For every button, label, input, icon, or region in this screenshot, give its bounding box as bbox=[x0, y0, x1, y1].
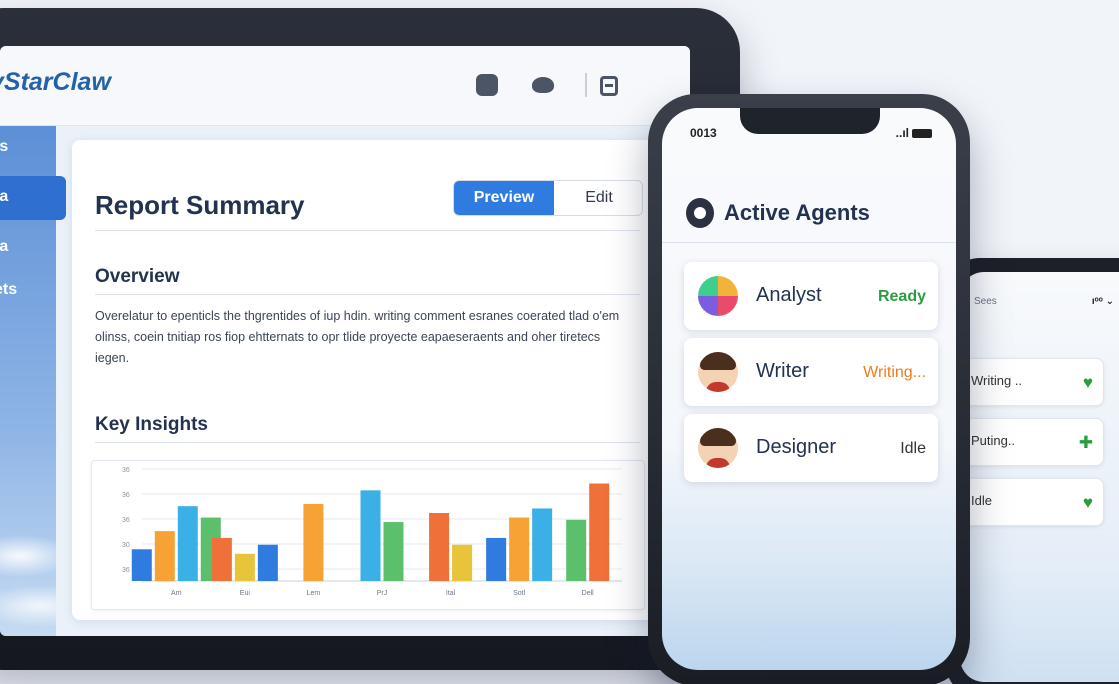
battery-icon bbox=[912, 129, 932, 139]
analyst-avatar-icon bbox=[698, 276, 738, 316]
chart-bar[interactable] bbox=[589, 483, 610, 581]
chart-bar[interactable] bbox=[509, 517, 530, 581]
sidebar-item-label: ta bbox=[0, 238, 9, 255]
agent-name: Designer bbox=[756, 436, 837, 458]
agent-card-analyst[interactable]: Analyst Ready bbox=[684, 262, 938, 330]
tablet-screen: yStarClaw ts ta ta ets Report Summary Pr… bbox=[0, 46, 690, 636]
edit-button[interactable]: Edit bbox=[554, 181, 642, 215]
secondary-status-left: Sees bbox=[974, 296, 997, 307]
sidebar: ts ta ta ets bbox=[0, 126, 66, 636]
stop-icon[interactable] bbox=[476, 74, 498, 96]
sidebar-item-3[interactable]: ta bbox=[0, 226, 56, 270]
agent-status: Writing... bbox=[863, 364, 926, 381]
x-tick-label: PrJ bbox=[377, 590, 388, 597]
status-indicators: ..ıl bbox=[896, 126, 932, 140]
x-tick-label: Dell bbox=[582, 590, 595, 597]
secondary-phone-screen: Sees ıᵒᵒ ⌄ Writing .. ♥ Puting.. ✚ Idle … bbox=[960, 272, 1119, 682]
heart-icon: ♥ bbox=[1082, 493, 1093, 512]
sidebar-item-1[interactable]: ts bbox=[0, 126, 56, 170]
preview-button[interactable]: Preview bbox=[454, 181, 554, 215]
chart-bar[interactable] bbox=[360, 490, 381, 581]
secondary-status-right: ıᵒᵒ ⌄ bbox=[1091, 296, 1114, 307]
status-time: 0013 bbox=[690, 126, 717, 140]
chart-bar[interactable] bbox=[566, 519, 587, 581]
chart-bar[interactable] bbox=[452, 544, 473, 581]
toolbar-divider bbox=[585, 73, 587, 97]
secondary-row-2[interactable]: Puting.. ✚ bbox=[960, 418, 1104, 466]
agent-status: Idle bbox=[900, 440, 926, 457]
phone-notch bbox=[740, 108, 880, 134]
sidebar-item-2-active[interactable]: ta bbox=[0, 176, 66, 220]
insights-heading: Key Insights bbox=[95, 414, 208, 435]
x-tick-label: Sotl bbox=[513, 590, 526, 597]
secondary-row-1[interactable]: Writing .. ♥ bbox=[960, 358, 1104, 406]
divider bbox=[662, 242, 956, 243]
chart-bar[interactable] bbox=[486, 537, 507, 581]
writer-avatar bbox=[698, 352, 738, 392]
secondary-row-label: Writing .. bbox=[971, 373, 1023, 388]
signal-icon: ..ıl bbox=[895, 126, 909, 140]
chart-bar[interactable] bbox=[429, 513, 450, 581]
tablet-device: yStarClaw ts ta ta ets Report Summary Pr… bbox=[0, 8, 740, 670]
secondary-row-label: Idle bbox=[971, 493, 992, 508]
divider bbox=[95, 294, 640, 295]
chart-bar[interactable] bbox=[532, 508, 553, 581]
chart-bar[interactable] bbox=[257, 544, 278, 581]
page-title: Report Summary bbox=[95, 190, 305, 220]
heart-icon: ♥ bbox=[1082, 373, 1093, 392]
secondary-row-label: Puting.. bbox=[971, 433, 1016, 448]
agents-icon bbox=[686, 198, 714, 228]
agents-title: Active Agents bbox=[724, 200, 870, 225]
insights-chart-card: 36 30 36 36 36 Am Eui Lem PrJ Ital Sotl Dell bbox=[91, 460, 645, 610]
window-icon[interactable] bbox=[600, 76, 618, 96]
sidebar-item-label: ets bbox=[0, 281, 18, 298]
overview-heading: Overview bbox=[95, 266, 180, 287]
y-tick-label: 36 bbox=[122, 467, 130, 474]
secondary-status-bar: Sees ıᵒᵒ ⌄ bbox=[974, 296, 1114, 316]
chart-bar[interactable] bbox=[234, 553, 255, 581]
overview-text: Overelatur to epenticls the thgrentides … bbox=[95, 309, 620, 365]
secondary-row-3[interactable]: Idle ♥ bbox=[960, 478, 1104, 526]
agent-name: Analyst bbox=[756, 284, 822, 306]
agent-card-writer[interactable]: Writer Writing... bbox=[684, 338, 938, 406]
chart-bar[interactable] bbox=[211, 537, 232, 581]
chart-bar[interactable] bbox=[177, 506, 198, 581]
insights-bar-chart: 36 30 36 36 36 Am Eui Lem PrJ Ital Sotl Dell bbox=[122, 467, 622, 597]
x-tick-label: Am bbox=[171, 590, 182, 597]
agent-card-designer[interactable]: Designer Idle bbox=[684, 414, 938, 482]
chart-bar[interactable] bbox=[383, 522, 404, 581]
y-tick-label: 36 bbox=[122, 517, 130, 524]
y-tick-label: 36 bbox=[122, 492, 130, 499]
report-panel: Report Summary Preview Edit Overview Ove… bbox=[72, 140, 682, 620]
chart-bar[interactable] bbox=[303, 503, 324, 581]
chart-bar[interactable] bbox=[154, 531, 175, 581]
sidebar-item-4[interactable]: ets bbox=[0, 269, 56, 313]
agent-status: Ready bbox=[877, 288, 926, 305]
app-header: yStarClaw bbox=[0, 46, 690, 126]
chart-bar[interactable] bbox=[131, 549, 152, 581]
y-tick-label: 36 bbox=[122, 567, 130, 574]
x-tick-label: Ital bbox=[446, 590, 456, 597]
sidebar-item-label: ta bbox=[0, 188, 9, 205]
agent-name: Writer bbox=[756, 360, 809, 382]
main-phone-screen: 0013 ..ıl Active Agents Analyst Ready Wr… bbox=[662, 108, 956, 670]
x-tick-label: Lem bbox=[307, 590, 321, 597]
sidebar-clouds bbox=[0, 436, 56, 636]
main-phone: 0013 ..ıl Active Agents Analyst Ready Wr… bbox=[648, 94, 970, 684]
y-tick-label: 30 bbox=[122, 542, 130, 549]
app-brand: yStarClaw bbox=[0, 68, 111, 96]
secondary-phone: Sees ıᵒᵒ ⌄ Writing .. ♥ Puting.. ✚ Idle … bbox=[946, 258, 1119, 684]
view-mode-toggle: Preview Edit bbox=[453, 180, 643, 216]
x-tick-label: Eui bbox=[240, 590, 251, 597]
divider bbox=[95, 442, 640, 443]
divider bbox=[95, 230, 640, 231]
designer-avatar bbox=[698, 428, 738, 468]
sidebar-item-label: ts bbox=[0, 138, 9, 155]
puzzle-icon: ✚ bbox=[1078, 433, 1093, 452]
chat-icon[interactable] bbox=[532, 74, 554, 96]
